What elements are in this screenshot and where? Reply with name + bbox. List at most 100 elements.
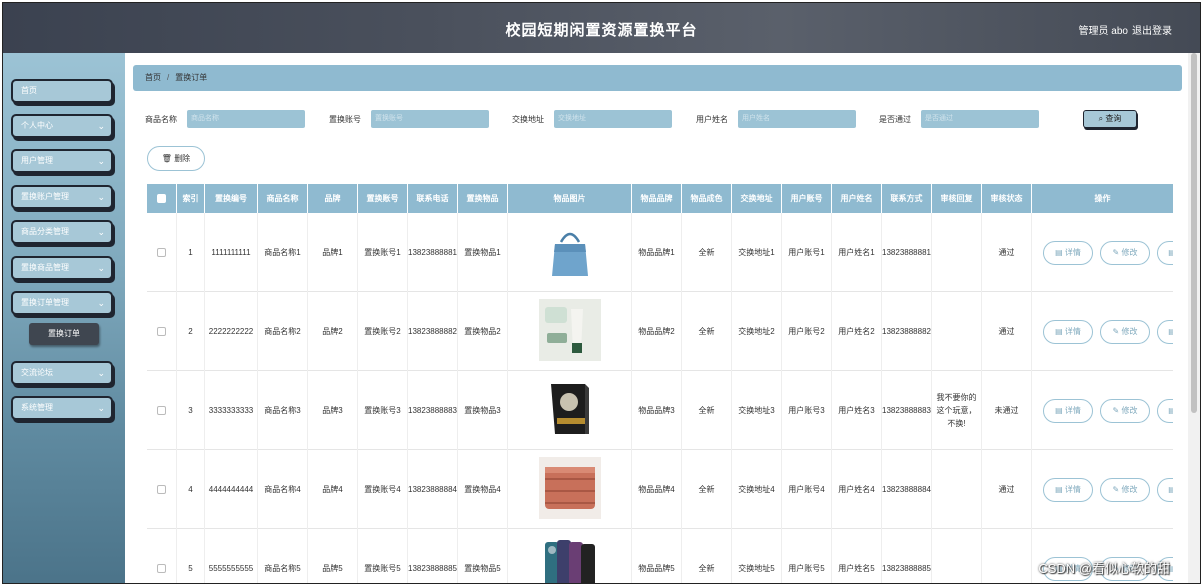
cell-brand: 品牌3 bbox=[308, 371, 358, 450]
table-row: 2 2222222222 商品名称2 品牌2 置换账号2 13823888882 置换物品2… bbox=[147, 292, 1173, 371]
cell-name: 商品名称4 bbox=[258, 450, 308, 529]
cell-address: 交换地址2 bbox=[732, 292, 782, 371]
cell-status bbox=[982, 529, 1032, 583]
col-address: 交换地址 bbox=[732, 184, 782, 213]
edit-button[interactable]: ✎ 修改 bbox=[1100, 241, 1150, 265]
breadcrumb-home[interactable]: 首页 bbox=[145, 73, 161, 82]
cell-index: 3 bbox=[177, 371, 205, 450]
col-reply: 审核回复 bbox=[932, 184, 982, 213]
logout-link[interactable]: 退出登录 bbox=[1132, 22, 1172, 37]
col-status: 审核状态 bbox=[982, 184, 1032, 213]
cell-user-acc: 用户账号4 bbox=[782, 450, 832, 529]
search-input-approved[interactable]: 是否通过 bbox=[921, 110, 1039, 128]
row-checkbox[interactable] bbox=[157, 485, 166, 494]
sidebar-item-account-management[interactable]: 置换账户管理 ⌄ bbox=[11, 185, 113, 209]
row-checkbox[interactable] bbox=[157, 327, 166, 336]
edit-button-label: 修改 bbox=[1121, 485, 1138, 494]
detail-button[interactable]: ▤ 详情 bbox=[1043, 478, 1093, 502]
delete-button[interactable]: 🗑 删除 bbox=[147, 146, 205, 171]
table-row: 3 3333333333 商品名称3 品牌3 置换账号3 13823888883 置换物品3… bbox=[147, 371, 1173, 450]
cell-condition: 全新 bbox=[682, 529, 732, 583]
app-frame: 校园短期闲置资源置换平台 管理员 abo 退出登录 首页 个人中心 ⌄ 用户管理 ⌄… bbox=[2, 2, 1201, 584]
detail-button-label: 详情 bbox=[1064, 248, 1081, 257]
sidebar-item-user-management[interactable]: 用户管理 ⌄ bbox=[11, 149, 113, 173]
cell-item: 置换物品4 bbox=[458, 450, 508, 529]
page-scrollbar[interactable] bbox=[1188, 53, 1200, 583]
more-button[interactable]: ▤ bbox=[1157, 399, 1173, 423]
select-all-cell bbox=[147, 184, 177, 213]
cell-contact: 13823888885 bbox=[882, 529, 932, 583]
cell-phone: 13823888882 bbox=[408, 292, 458, 371]
search-input-account[interactable]: 置换账号 bbox=[371, 110, 489, 128]
cell-status: 通过 bbox=[982, 450, 1032, 529]
detail-button[interactable]: ▤ 详情 bbox=[1043, 241, 1093, 265]
more-button[interactable]: ▤ bbox=[1157, 241, 1173, 265]
admin-label[interactable]: 管理员 abo bbox=[1079, 22, 1128, 37]
cell-code: 2222222222 bbox=[205, 292, 258, 371]
row-checkbox[interactable] bbox=[157, 406, 166, 415]
item-image-cell bbox=[508, 450, 632, 529]
cell-phone: 13823888881 bbox=[408, 213, 458, 292]
actions-cell: ▤ 详情 ✎ 修改 ▤ bbox=[1032, 450, 1173, 529]
sidebar-item-category-management[interactable]: 商品分类管理 ⌄ bbox=[11, 220, 113, 244]
sidebar-item-label: 用户管理 bbox=[21, 156, 53, 165]
select-all-checkbox[interactable] bbox=[157, 194, 166, 203]
cell-item-brand: 物品品牌5 bbox=[632, 529, 682, 583]
detail-button[interactable]: ▤ 详情 bbox=[1043, 320, 1093, 344]
more-button[interactable]: ▤ bbox=[1157, 478, 1173, 502]
item-image-cell bbox=[508, 213, 632, 292]
item-image-cosmetics bbox=[538, 298, 601, 365]
chevron-down-icon: ⌄ bbox=[97, 298, 105, 308]
cell-user-acc: 用户账号2 bbox=[782, 292, 832, 371]
top-header: 校园短期闲置资源置换平台 管理员 abo 退出登录 bbox=[3, 3, 1200, 53]
cell-status: 通过 bbox=[982, 213, 1032, 292]
sidebar-subitem-orders[interactable]: 置换订单 bbox=[29, 323, 99, 345]
cell-name: 商品名称1 bbox=[258, 213, 308, 292]
cell-item: 置换物品3 bbox=[458, 371, 508, 450]
edit-button[interactable]: ✎ 修改 bbox=[1100, 399, 1150, 423]
sidebar-item-personal-center[interactable]: 个人中心 ⌄ bbox=[11, 114, 113, 138]
app-title: 校园短期闲置资源置换平台 bbox=[505, 22, 698, 39]
cell-user-name: 用户姓名5 bbox=[832, 529, 882, 583]
row-select-cell bbox=[147, 529, 177, 583]
edit-button[interactable]: ✎ 修改 bbox=[1100, 320, 1150, 344]
cell-code: 5555555555 bbox=[205, 529, 258, 583]
actions-cell: ▤ 详情 ✎ 修改 ▤ bbox=[1032, 292, 1173, 371]
more-button[interactable]: ▤ bbox=[1157, 320, 1173, 344]
query-button[interactable]: ⌕ 查询 bbox=[1083, 110, 1137, 128]
search-label-account: 置换账号 bbox=[329, 115, 361, 124]
cell-item-brand: 物品品牌3 bbox=[632, 371, 682, 450]
cell-condition: 全新 bbox=[682, 213, 732, 292]
sidebar-item-goods-management[interactable]: 置换商品管理 ⌄ bbox=[11, 256, 113, 280]
actions-cell: ▤ 详情 ✎ 修改 ▤ bbox=[1032, 371, 1173, 450]
cell-brand: 品牌1 bbox=[308, 213, 358, 292]
document-icon: ▤ bbox=[1055, 485, 1065, 494]
cell-phone: 13823888884 bbox=[408, 450, 458, 529]
chevron-down-icon: ⌄ bbox=[97, 263, 105, 273]
row-checkbox[interactable] bbox=[157, 564, 166, 573]
sidebar-item-home[interactable]: 首页 bbox=[11, 79, 113, 103]
row-select-cell bbox=[147, 213, 177, 292]
scrollbar-thumb[interactable] bbox=[1191, 53, 1197, 413]
search-input-user-name[interactable]: 用户姓名 bbox=[738, 110, 856, 128]
breadcrumb: 首页 / 置换订单 bbox=[133, 65, 1182, 91]
sidebar-item-label: 置换账户管理 bbox=[21, 192, 69, 201]
sidebar-item-forum[interactable]: 交流论坛 ⌄ bbox=[11, 361, 113, 385]
cell-condition: 全新 bbox=[682, 371, 732, 450]
cell-account: 置换账号5 bbox=[358, 529, 408, 583]
search-input-goods-name[interactable]: 商品名称 bbox=[187, 110, 305, 128]
cell-item: 置换物品2 bbox=[458, 292, 508, 371]
search-input-address[interactable]: 交换地址 bbox=[554, 110, 672, 128]
detail-button[interactable]: ▤ 详情 bbox=[1043, 399, 1093, 423]
sidebar-item-system[interactable]: 系统管理 ⌄ bbox=[11, 396, 113, 420]
item-image-book bbox=[538, 377, 601, 444]
sidebar-item-label: 置换订单管理 bbox=[21, 298, 69, 307]
edit-button[interactable]: ✎ 修改 bbox=[1100, 478, 1150, 502]
col-brand: 品牌 bbox=[308, 184, 358, 213]
cell-item-brand: 物品品牌2 bbox=[632, 292, 682, 371]
cell-item-brand: 物品品牌4 bbox=[632, 450, 682, 529]
item-image-cell bbox=[508, 529, 632, 583]
row-checkbox[interactable] bbox=[157, 248, 166, 257]
cell-reply bbox=[932, 292, 982, 371]
sidebar-item-order-management[interactable]: 置换订单管理 ⌄ bbox=[11, 291, 113, 315]
